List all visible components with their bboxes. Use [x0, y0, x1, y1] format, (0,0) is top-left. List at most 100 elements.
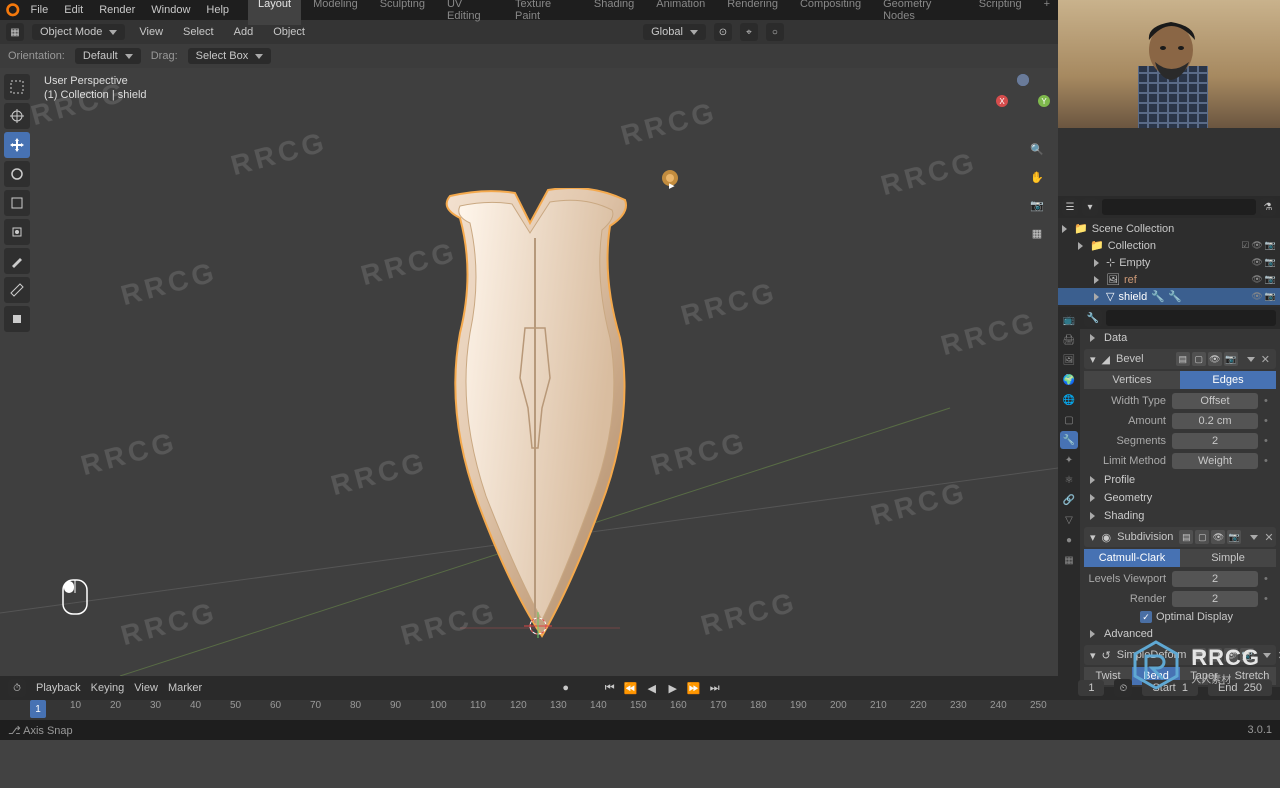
props-data-section[interactable]: Data	[1080, 329, 1280, 347]
outliner-scene-collection[interactable]: 📁 Scene Collection	[1058, 220, 1280, 237]
proptab-material[interactable]: ●	[1060, 531, 1078, 549]
subdiv-catmull-tab[interactable]: Catmull-Clark	[1084, 549, 1180, 567]
keyframe-prev-icon[interactable]: ⏪	[622, 680, 640, 696]
outliner-search-input[interactable]	[1102, 199, 1256, 215]
menu-edit[interactable]: Edit	[57, 1, 90, 19]
orientation-dropdown[interactable]: Default	[75, 48, 141, 64]
proptab-physics[interactable]: ⚛	[1060, 471, 1078, 489]
proptab-constraint[interactable]: 🔗	[1060, 491, 1078, 509]
tab-modeling[interactable]: Modeling	[303, 0, 368, 25]
tool-select[interactable]	[4, 74, 30, 100]
proptab-modifier[interactable]: 🔧	[1060, 431, 1078, 449]
tab-uvediting[interactable]: UV Editing	[437, 0, 503, 25]
header-add[interactable]: Add	[228, 24, 260, 40]
bevel-widthtype-field[interactable]: Offset	[1172, 393, 1258, 409]
proptab-particle[interactable]: ✦	[1060, 451, 1078, 469]
outliner-filter-icon[interactable]: ⚗	[1260, 198, 1276, 216]
tab-compositing[interactable]: Compositing	[790, 0, 871, 25]
playhead[interactable]: 1	[30, 700, 46, 718]
tool-annotate[interactable]	[4, 248, 30, 274]
bevel-segments-field[interactable]: 2	[1172, 433, 1258, 449]
menu-help[interactable]: Help	[199, 1, 236, 19]
tab-sculpting[interactable]: Sculpting	[370, 0, 435, 25]
pivot-icon[interactable]: ⊙	[714, 23, 732, 41]
proptab-world[interactable]: 🌐	[1060, 391, 1078, 409]
bevel-edges-tab[interactable]: Edges	[1180, 371, 1276, 389]
timeline-view[interactable]: View	[134, 682, 158, 694]
subdiv-levels-field[interactable]: 2	[1172, 571, 1258, 587]
bevel-profile-section[interactable]: Profile	[1080, 471, 1280, 489]
outliner-type-icon[interactable]: ☰	[1062, 198, 1078, 216]
tab-rendering[interactable]: Rendering	[717, 0, 788, 25]
tool-addcube[interactable]	[4, 306, 30, 332]
timeline-playback[interactable]: Playback	[36, 682, 81, 694]
zoom-icon[interactable]: 🔍	[1026, 138, 1048, 160]
play-reverse-icon[interactable]: ◀	[643, 680, 661, 696]
shield-mesh[interactable]	[430, 188, 640, 638]
modifier-subdiv-header[interactable]: ▾◉Subdivision ▤▢👁📷 ✕	[1084, 527, 1276, 547]
proptab-output[interactable]: 🖨	[1060, 331, 1078, 349]
tab-scripting[interactable]: Scripting	[969, 0, 1032, 25]
proptab-scene[interactable]: 🌍	[1060, 371, 1078, 389]
bevel-geometry-section[interactable]: Geometry	[1080, 489, 1280, 507]
timeline-keying[interactable]: Keying	[91, 682, 125, 694]
tool-scale[interactable]	[4, 190, 30, 216]
tool-measure[interactable]	[4, 277, 30, 303]
tab-add[interactable]: +	[1034, 0, 1060, 25]
tab-geometrynodes[interactable]: Geometry Nodes	[873, 0, 967, 25]
proptab-object[interactable]: ▢	[1060, 411, 1078, 429]
header-select[interactable]: Select	[177, 24, 220, 40]
transform-orient-dropdown[interactable]: Global	[643, 24, 706, 40]
tab-layout[interactable]: Layout	[248, 0, 301, 25]
modifier-bevel-close-icon[interactable]: ✕	[1261, 353, 1270, 366]
current-frame-field[interactable]: 1	[1078, 680, 1104, 696]
menu-window[interactable]: Window	[144, 1, 197, 19]
timeline-marker[interactable]: Marker	[168, 682, 202, 694]
proptab-texture[interactable]: ▦	[1060, 551, 1078, 569]
tab-texturepaint[interactable]: Texture Paint	[505, 0, 582, 25]
tool-rotate[interactable]	[4, 161, 30, 187]
tool-move[interactable]	[4, 132, 30, 158]
props-type-icon[interactable]: 🔧	[1084, 309, 1102, 327]
header-object[interactable]: Object	[267, 24, 311, 40]
proptab-mesh[interactable]: ▽	[1060, 511, 1078, 529]
menu-render[interactable]: Render	[92, 1, 142, 19]
bevel-shading-section[interactable]: Shading	[1080, 507, 1280, 525]
subdiv-simple-tab[interactable]: Simple	[1180, 549, 1276, 567]
proportional-icon[interactable]: ○	[766, 23, 784, 41]
header-view[interactable]: View	[133, 24, 169, 40]
tab-animation[interactable]: Animation	[646, 0, 715, 25]
jump-end-icon[interactable]: ⏭	[706, 680, 724, 696]
outliner-empty[interactable]: ⊹ Empty 👁📷	[1058, 254, 1280, 271]
keyframe-next-icon[interactable]: ⏩	[685, 680, 703, 696]
nav-gizmo[interactable]: Z X Y	[996, 74, 1050, 128]
mode-dropdown[interactable]: Object Mode	[32, 24, 125, 40]
play-icon[interactable]: ▶	[664, 680, 682, 696]
modifier-subdiv-close-icon[interactable]: ✕	[1264, 531, 1273, 544]
bevel-limit-field[interactable]: Weight	[1172, 453, 1258, 469]
drag-dropdown[interactable]: Select Box	[188, 48, 272, 64]
viewport-3d[interactable]: User Perspective (1) Collection | shield	[0, 68, 1058, 676]
modifier-bevel-header[interactable]: ▾◢Bevel ▤▢👁📷 ✕	[1084, 349, 1276, 369]
bevel-amount-field[interactable]: 0.2 cm	[1172, 413, 1258, 429]
outliner-shield[interactable]: ▽ shield 🔧 🔧 👁📷	[1058, 288, 1280, 305]
subdiv-render-field[interactable]: 2	[1172, 591, 1258, 607]
pan-icon[interactable]: ✋	[1026, 166, 1048, 188]
proptab-viewlayer[interactable]: 🖼	[1060, 351, 1078, 369]
menu-file[interactable]: File	[24, 1, 56, 19]
proptab-render[interactable]: 📺	[1060, 311, 1078, 329]
props-search-input[interactable]	[1106, 310, 1276, 326]
jump-start-icon[interactable]: ⏮	[601, 680, 619, 696]
outliner-ref[interactable]: 🖼 ref 👁📷	[1058, 271, 1280, 288]
timeline-type-icon[interactable]: ⏱	[8, 679, 26, 697]
snap-icon[interactable]: ⌖	[740, 23, 758, 41]
tool-transform[interactable]	[4, 219, 30, 245]
optimal-display-checkbox[interactable]: ✓	[1140, 611, 1152, 623]
bevel-vertices-tab[interactable]: Vertices	[1084, 371, 1180, 389]
grid-icon[interactable]: ▦	[1026, 222, 1048, 244]
tab-shading[interactable]: Shading	[584, 0, 644, 25]
autokey-icon[interactable]: ●	[557, 680, 575, 696]
camera-icon[interactable]: 📷	[1026, 194, 1048, 216]
outliner-display-icon[interactable]: ▾	[1082, 198, 1098, 216]
timeline-ruler[interactable]: 1 10203040506070809010011012013014015016…	[0, 700, 1280, 720]
